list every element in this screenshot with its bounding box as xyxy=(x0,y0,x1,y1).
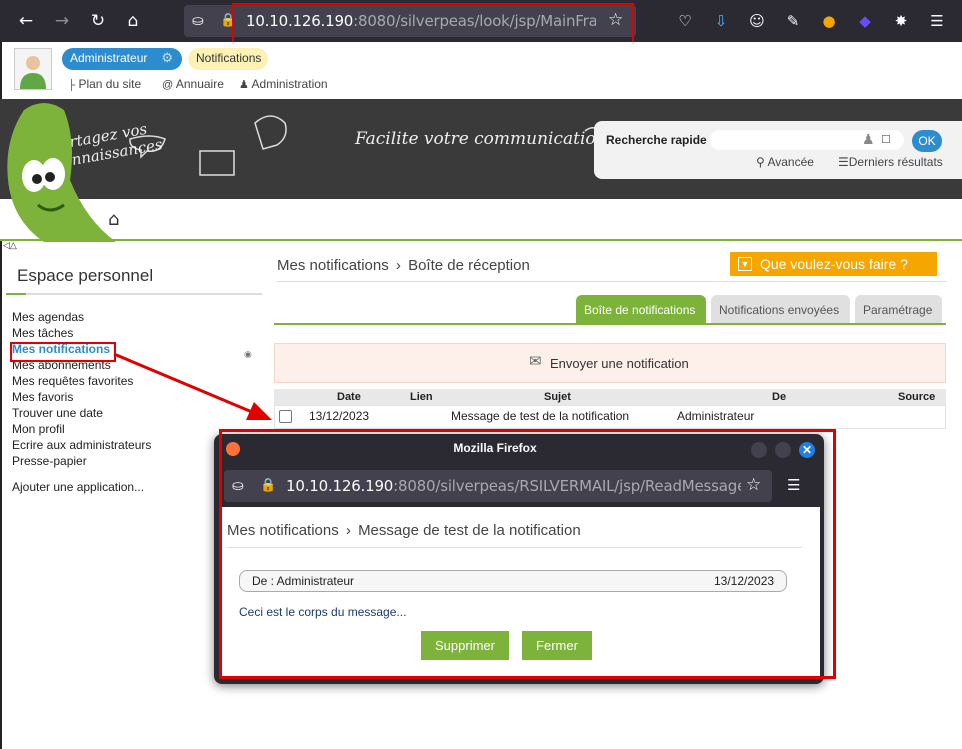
administration-label: Administration xyxy=(251,77,328,91)
menu-item-trouver-date[interactable]: Trouver une date xyxy=(12,406,103,420)
menu-item-ecrire-admins[interactable]: Ecrire aux administrateurs xyxy=(12,438,151,452)
search-ok-button[interactable]: OK xyxy=(912,130,942,152)
table-row[interactable]: 13/12/2023 Message de test de la notific… xyxy=(274,405,946,429)
menu-item-profil[interactable]: Mon profil xyxy=(12,422,65,436)
person-search-icon[interactable]: ♟ xyxy=(862,131,875,148)
row-checkbox[interactable] xyxy=(279,410,292,423)
menu-item-taches[interactable]: Mes tâches xyxy=(12,326,73,340)
zoom-plus-icon: ⚲ xyxy=(756,155,765,169)
admin-figure-icon: ♟ xyxy=(239,79,249,91)
burp-extension-icon[interactable]: ● xyxy=(818,10,840,32)
clipboard-icon[interactable]: □ xyxy=(882,131,890,146)
col-header-date[interactable]: Date xyxy=(337,391,361,403)
tab-underline xyxy=(274,323,946,325)
breadcrumb-chevron-icon: › xyxy=(395,257,401,274)
breadcrumb-root[interactable]: Mes notifications xyxy=(277,257,389,274)
download-icon[interactable]: ⇩ xyxy=(710,10,732,32)
home-icon[interactable]: ⌂ xyxy=(120,8,146,34)
avatar[interactable] xyxy=(14,48,52,90)
what-to-do-label: Que voulez-vous faire ? xyxy=(760,256,908,272)
banner-nav-strip: ⌂ xyxy=(0,199,962,241)
administration-link[interactable]: ♟ Administration xyxy=(239,77,328,91)
left-border xyxy=(0,241,2,749)
silverpeas-topbar: Administrateur ⚙ Notifications ├ Plan du… xyxy=(0,42,962,99)
url-highlight-box xyxy=(232,3,634,45)
account-icon[interactable]: ☺ xyxy=(746,10,768,32)
col-header-lien[interactable]: Lien xyxy=(410,391,433,403)
last-results-link[interactable]: ☰Derniers résultats xyxy=(838,155,943,169)
search-input[interactable]: ♟ □ xyxy=(710,130,904,150)
annotation-arrow xyxy=(113,352,272,420)
menu-highlight-box xyxy=(10,342,116,362)
notifications-pill-label: Notifications xyxy=(196,51,262,65)
search-label: Recherche rapide xyxy=(606,133,707,147)
left-menu-divider-accent xyxy=(6,293,26,295)
list-icon: ☰ xyxy=(838,155,849,169)
row-from: Administrateur xyxy=(677,409,755,423)
pocket-icon[interactable]: ♡ xyxy=(674,10,696,32)
menu-item-agendas[interactable]: Mes agendas xyxy=(12,310,84,324)
menu-item-favoris[interactable]: Mes favoris xyxy=(12,390,73,404)
menu-item-presse-papier[interactable]: Presse-papier xyxy=(12,454,87,468)
at-icon: @ xyxy=(162,79,174,91)
gear-icon[interactable]: ⚙ xyxy=(161,50,173,66)
sitemap-label: Plan du site xyxy=(78,77,142,91)
envelope-icon[interactable]: ✉ xyxy=(529,352,542,370)
breadcrumb: Mes notifications › Boîte de réception xyxy=(277,257,530,274)
tab-parametrage[interactable]: Paramétrage xyxy=(855,295,942,324)
what-to-do-button[interactable]: ▼ Que voulez-vous faire ? xyxy=(730,252,937,276)
left-menu-title: Espace personnel xyxy=(17,266,154,285)
breadcrumb-current: Boîte de réception xyxy=(408,257,530,274)
row-date: 13/12/2023 xyxy=(309,409,370,423)
cookie-icon[interactable]: ✸ xyxy=(890,10,912,32)
send-notification-link[interactable]: Envoyer une notification xyxy=(550,356,689,371)
tab-boite-notifications[interactable]: Boîte de notifications xyxy=(576,295,706,324)
reload-icon[interactable]: ↻ xyxy=(85,8,111,34)
directory-label: Annuaire xyxy=(175,77,224,91)
quick-search-panel: Recherche rapide ♟ □ OK ⚲ Avancée ☰Derni… xyxy=(594,121,962,179)
user-pill[interactable]: Administrateur ⚙ xyxy=(62,48,182,70)
table-header: Date Lien Sujet De Source xyxy=(274,389,946,405)
row-subject[interactable]: Message de test de la notification xyxy=(451,409,629,423)
breadcrumb-divider xyxy=(277,281,946,282)
col-header-source[interactable]: Source xyxy=(898,391,935,403)
back-icon[interactable]: ← xyxy=(13,8,39,34)
col-header-de[interactable]: De xyxy=(772,391,786,403)
tab-notifications-envoyees[interactable]: Notifications envoyées xyxy=(711,295,850,324)
directory-link[interactable]: @ Annuaire xyxy=(162,77,224,91)
search-ok-label: OK xyxy=(918,134,936,148)
advanced-search-link[interactable]: ⚲ Avancée xyxy=(756,155,814,169)
col-header-sujet[interactable]: Sujet xyxy=(544,391,571,403)
advanced-search-label: Avancée xyxy=(767,155,814,169)
add-application-link[interactable]: Ajouter une application... xyxy=(12,480,144,494)
shield-icon[interactable]: ⛀ xyxy=(192,12,204,29)
user-pill-label: Administrateur xyxy=(70,51,148,65)
notifications-pill[interactable]: Notifications xyxy=(188,48,268,70)
left-menu-divider xyxy=(6,293,262,295)
tab-parametrage-label: Paramétrage xyxy=(863,303,933,317)
sitemap-link[interactable]: ├ Plan du site xyxy=(68,77,141,91)
mascot-bean-logo xyxy=(7,103,116,242)
user-avatar-icon xyxy=(20,56,46,89)
dropdown-arrow-icon: ▼ xyxy=(738,257,752,271)
popup-highlight-box xyxy=(219,429,836,679)
menu-hamburger-icon[interactable]: ☰ xyxy=(926,10,948,32)
wappalyzer-icon[interactable]: ◆ xyxy=(854,10,876,32)
sitemap-icon: ├ xyxy=(68,80,76,91)
collapse-toggle-icon[interactable]: ◁△ xyxy=(3,240,17,251)
forward-icon[interactable]: → xyxy=(49,8,75,34)
banner-slogan-right: Facilite votre communication xyxy=(355,129,607,149)
last-results-label: Derniers résultats xyxy=(848,155,943,169)
tab-notifications-envoyees-label: Notifications envoyées xyxy=(719,303,840,317)
extensions-icon[interactable]: ✎ xyxy=(782,10,804,32)
tab-boite-notifications-label: Boîte de notifications xyxy=(584,303,696,317)
